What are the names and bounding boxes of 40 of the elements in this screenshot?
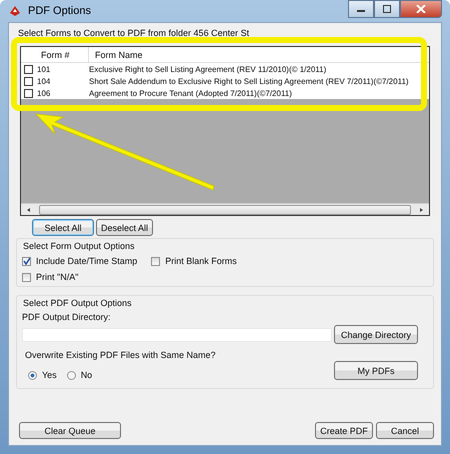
check-icon bbox=[23, 257, 30, 265]
row-checkbox[interactable] bbox=[24, 76, 33, 86]
change-directory-button[interactable]: Change Directory bbox=[334, 325, 418, 344]
row-checkbox[interactable] bbox=[24, 88, 33, 98]
scroll-thumb[interactable] bbox=[39, 204, 411, 214]
overwrite-question: Overwrite Existing PDF Files with Same Name? bbox=[25, 350, 216, 360]
column-header[interactable]: Form # bbox=[21, 47, 89, 62]
deselect-all-button[interactable]: Deselect All bbox=[96, 219, 154, 236]
form-number: 101 bbox=[36, 64, 52, 74]
close-icon bbox=[416, 5, 426, 13]
row-checkbox[interactable] bbox=[24, 64, 33, 74]
checkbox-option[interactable]: Print "N/A" bbox=[22, 272, 78, 282]
directory-label: PDF Output Directory: bbox=[22, 312, 112, 322]
group-label: Select PDF Output Options bbox=[23, 298, 133, 308]
radio-option[interactable]: No bbox=[66, 370, 92, 380]
form-name: Agreement to Procure Tenant (Adopted 7/2011)(©7/2011) bbox=[89, 88, 292, 98]
clear-queue-button[interactable]: Clear Queue bbox=[19, 422, 121, 439]
scroll-left-icon[interactable] bbox=[25, 206, 33, 214]
scroll-right-icon[interactable] bbox=[417, 206, 425, 214]
checkbox-option[interactable]: Include Date/Time Stamp bbox=[22, 256, 138, 266]
column-header[interactable]: Form Name bbox=[89, 47, 143, 62]
maximize-button[interactable] bbox=[374, 0, 400, 18]
footer-button[interactable]: Create PDF bbox=[315, 422, 373, 439]
window-title: PDF Options bbox=[28, 5, 91, 17]
close-button[interactable] bbox=[400, 0, 442, 18]
my-pdfs-button[interactable]: My PDFs bbox=[334, 361, 418, 380]
form-number: 106 bbox=[36, 88, 52, 98]
form-name: Short Sale Addendum to Exclusive Right to Sell Listing Agreement (REV 7/2011)(©7/2011) bbox=[89, 76, 409, 86]
checkbox-option[interactable]: Print Blank Forms bbox=[151, 256, 237, 266]
horizontal-scrollbar[interactable] bbox=[21, 203, 429, 215]
forms-section-label: Select Forms to Convert to PDF from folder 456 Center St bbox=[18, 28, 250, 40]
select-all-button[interactable]: Select All bbox=[32, 219, 94, 236]
app-icon bbox=[8, 4, 22, 18]
minimize-button[interactable] bbox=[348, 0, 374, 18]
radio-option[interactable]: Yes bbox=[28, 370, 57, 380]
maximize-icon bbox=[382, 5, 392, 13]
form-name: Exclusive Right to Sell Listing Agreement (REV 11/2010)(© 1/2011) bbox=[89, 64, 326, 74]
form-number: 104 bbox=[36, 76, 52, 86]
group-label: Select Form Output Options bbox=[23, 241, 136, 251]
footer-button[interactable]: Cancel bbox=[376, 422, 434, 439]
